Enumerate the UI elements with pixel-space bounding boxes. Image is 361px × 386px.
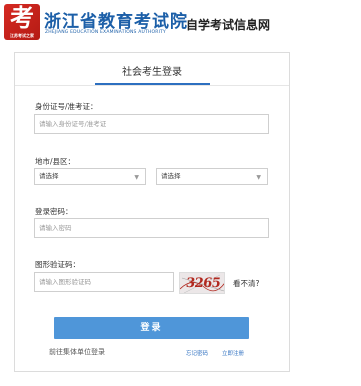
refresh-captcha-link[interactable]: 看不清? bbox=[233, 278, 259, 289]
group-login-link[interactable]: 前往集体单位登录 bbox=[49, 347, 105, 357]
region-label: 地市/县区： bbox=[35, 157, 76, 166]
chevron-down-icon: ▼ bbox=[134, 174, 139, 181]
site-header: 考 江苏考试之家 浙江省教育考试院 ZHEJIANG EDUCATION EXA… bbox=[0, 0, 361, 44]
captcha-input[interactable]: 请输入图形验证码 bbox=[34, 272, 174, 292]
site-logo: 考 江苏考试之家 bbox=[4, 4, 40, 40]
city-select[interactable]: 请选择 ▼ bbox=[34, 168, 146, 185]
id-input[interactable]: 请输入身份证号/准考证 bbox=[34, 114, 269, 134]
id-label: 身份证号/准考证： bbox=[35, 102, 98, 111]
password-label: 登录密码： bbox=[35, 207, 73, 216]
city-select-value: 请选择 bbox=[39, 172, 59, 180]
logo-mark: 考 bbox=[10, 3, 34, 32]
district-select-value: 请选择 bbox=[161, 172, 181, 180]
captcha-text: 3265 bbox=[184, 276, 222, 291]
captcha-label: 图形验证码： bbox=[35, 260, 80, 269]
login-button[interactable]: 登录 bbox=[54, 317, 249, 339]
login-title: 社会考生登录 bbox=[122, 67, 182, 78]
logo-caption: 江苏考试之家 bbox=[10, 33, 34, 38]
register-link[interactable]: 立即注册 bbox=[222, 349, 244, 357]
login-card: 社会考生登录 身份证号/准考证： 请输入身份证号/准考证 地市/县区： 请选择 … bbox=[14, 52, 290, 372]
title-divider bbox=[15, 85, 289, 86]
site-name: 浙江省教育考试院 bbox=[44, 12, 188, 32]
password-input[interactable]: 请输入密码 bbox=[34, 218, 269, 238]
captcha-image[interactable]: 3265 bbox=[179, 272, 225, 294]
chevron-down-icon: ▼ bbox=[256, 174, 261, 181]
forgot-password-link[interactable]: 忘记密码 bbox=[186, 349, 208, 357]
site-subtitle: ZHEJIANG EDUCATION EXAMINATIONS AUTHORIT… bbox=[45, 30, 166, 35]
site-tagline: 自学考试信息网 bbox=[186, 18, 271, 32]
district-select[interactable]: 请选择 ▼ bbox=[156, 168, 268, 185]
